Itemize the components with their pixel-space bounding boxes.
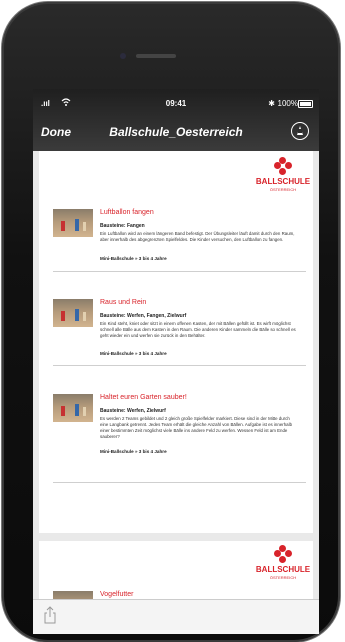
ballschule-logo: BALLSCHULE ÖSTERREICH	[253, 157, 313, 197]
divider	[53, 365, 306, 366]
exercise-photo	[53, 394, 93, 422]
exercise-description: Es werden 2 Teams gebildet und 2 gleich …	[100, 416, 293, 439]
document-page[interactable]: BALLSCHULE ÖSTERREICH Luftballon fangen …	[39, 151, 313, 533]
top-bar: .ııl 09:41 ✱ 100% Done Ballschule_Oester…	[33, 89, 319, 151]
battery-percent: 100%	[277, 99, 298, 108]
earpiece-speaker	[136, 54, 176, 58]
exercise-age: Mini-Ballschule » 3 bis 4 Jahre	[100, 351, 167, 356]
status-bar: .ııl 09:41 ✱ 100%	[33, 98, 319, 112]
bottom-toolbar	[33, 599, 319, 634]
logo-mark	[274, 157, 292, 175]
divider	[53, 482, 306, 483]
exercise-age: Mini-Ballschule » 3 bis 4 Jahre	[100, 256, 167, 261]
bluetooth-icon: ✱	[268, 99, 275, 108]
navigation-bar: Done Ballschule_Oesterreich	[33, 116, 319, 146]
exercise-title: Haltet euren Garten sauber!	[100, 394, 187, 401]
exercise-title: Luftballon fangen	[100, 209, 154, 216]
exercise-building-blocks: Bausteine: Werfen, Zielwurf	[100, 408, 166, 414]
logo-subtitle: ÖSTERREICH	[269, 187, 297, 192]
logo-name: BALLSCHULE	[255, 177, 311, 186]
logo-subtitle: ÖSTERREICH	[269, 575, 297, 580]
document-title: Ballschule_Oesterreich	[109, 125, 243, 139]
exercise-description: Ein Luftballon wird an einem längeren Ba…	[100, 231, 295, 242]
ballschule-logo: BALLSCHULE ÖSTERREICH	[253, 545, 313, 585]
exercise-age: Mini-Ballschule » 3 bis 4 Jahre	[100, 449, 167, 454]
front-camera	[120, 53, 126, 59]
logo-name: BALLSCHULE	[255, 565, 311, 574]
screen: .ııl 09:41 ✱ 100% Done Ballschule_Oester…	[33, 89, 319, 634]
exercise-photo	[53, 299, 93, 327]
phone-frame: .ııl 09:41 ✱ 100% Done Ballschule_Oester…	[2, 2, 340, 642]
status-time: 09:41	[165, 99, 187, 108]
compass-icon[interactable]	[291, 122, 309, 140]
exercise-title: Vogelfutter	[100, 591, 134, 598]
exercise-title: Raus und Rein	[100, 299, 147, 306]
logo-mark	[274, 545, 292, 563]
share-icon[interactable]	[43, 606, 57, 624]
exercise-photo	[53, 209, 93, 237]
exercise-building-blocks: Bausteine: Fangen	[100, 223, 145, 229]
exercise-building-blocks: Bausteine: Werfen, Fangen, Zielwurf	[100, 313, 187, 319]
battery-icon	[298, 100, 313, 108]
divider	[53, 271, 306, 272]
exercise-description: Ein Kind steht, kniet oder sitzt in eine…	[100, 321, 296, 338]
